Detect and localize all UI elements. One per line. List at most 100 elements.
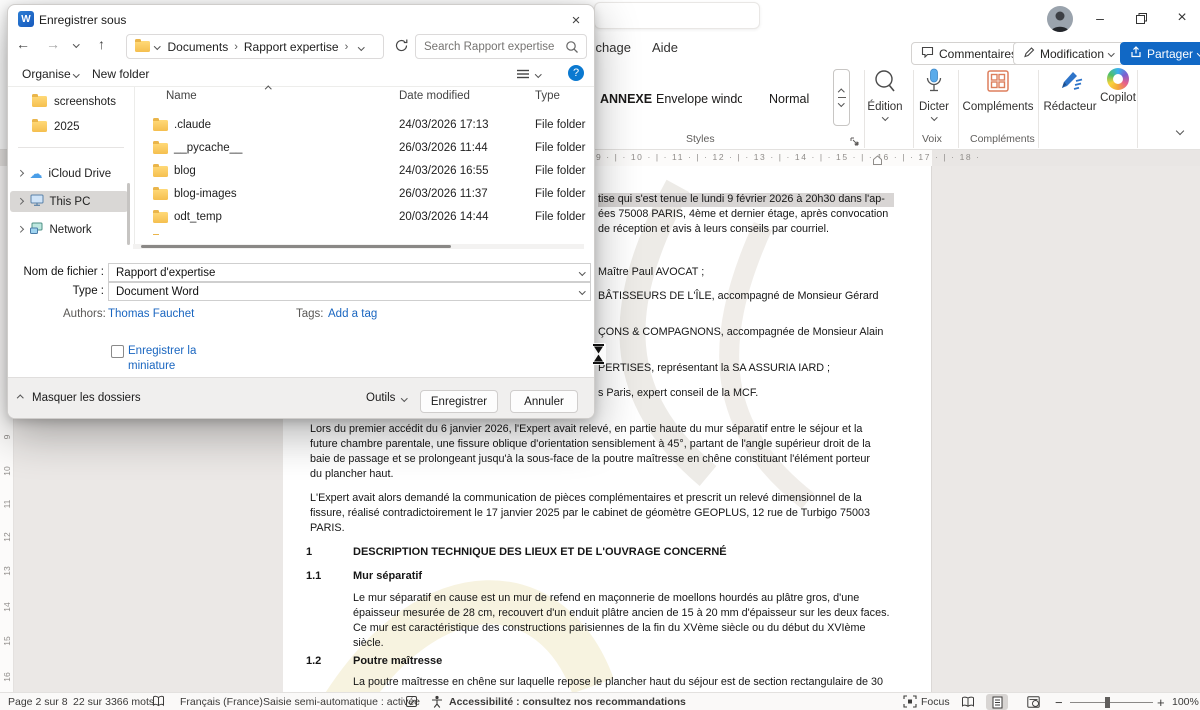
scrollbar-thumb[interactable] [141, 245, 451, 248]
account-avatar[interactable] [1047, 6, 1073, 32]
style-normal[interactable]: Normal [769, 92, 809, 106]
filetype-select[interactable]: Document Word [108, 282, 591, 301]
file-list: .claude 24/03/2026 17:13 File folder __p… [136, 115, 586, 230]
window-restore-button[interactable] [1126, 6, 1156, 30]
sort-ascending-icon[interactable] [265, 86, 271, 92]
file-date: 26/03/2026 11:44 [399, 142, 488, 154]
dialog-title: Enregistrer sous [39, 13, 126, 27]
share-button[interactable]: Partager [1120, 42, 1200, 65]
styles-gallery-scrollbar[interactable] [833, 69, 850, 126]
ruler-number: 10 [2, 464, 12, 478]
autocorrect-icon[interactable] [405, 695, 418, 710]
autocomplete-indicator[interactable]: Saisie semi-automatique : activée [263, 696, 420, 708]
read-mode-button[interactable] [957, 694, 979, 710]
zoom-slider-thumb[interactable] [1105, 697, 1110, 708]
window-minimize-button[interactable]: – [1085, 6, 1115, 30]
file-row[interactable]: __pycache__ 26/03/2026 11:44 File folder [136, 138, 586, 161]
dialog-footer: Masquer les dossiers Outils Enregistrer … [8, 377, 594, 418]
column-header-date[interactable]: Date modified [399, 90, 470, 102]
page-indicator[interactable]: Page 2 sur 8 [8, 696, 68, 708]
collapse-ribbon-icon[interactable] [1176, 127, 1184, 135]
tab-aide[interactable]: Aide [652, 40, 678, 55]
breadcrumb-root[interactable]: Documents [168, 40, 229, 54]
redacteur-button[interactable]: Rédacteur [1043, 68, 1097, 113]
cancel-button[interactable]: Annuler [510, 390, 578, 413]
save-thumbnail-label[interactable]: Enregistrer la miniature [128, 344, 220, 374]
dialog-titlebar[interactable]: W Enregistrer sous × [8, 5, 594, 33]
sidebar-item-icloud-drive[interactable]: ☁ iCloud Drive [10, 163, 128, 184]
expand-chevron-icon[interactable] [17, 226, 23, 232]
filename-input[interactable]: Rapport d'expertise [108, 263, 591, 282]
refresh-icon[interactable] [394, 38, 409, 58]
focus-icon[interactable] [903, 695, 917, 710]
file-row[interactable]: odt_temp 20/03/2026 14:44 File folder [136, 207, 586, 230]
organise-menu[interactable]: Organise [22, 67, 71, 81]
window-close-button[interactable]: × [1167, 6, 1197, 30]
focus-label[interactable]: Focus [921, 696, 950, 708]
back-icon[interactable]: ← [16, 36, 30, 52]
zoom-level[interactable]: 100% [1172, 696, 1199, 708]
address-dropdown-icon[interactable] [358, 44, 364, 50]
dialog-close-icon[interactable]: × [560, 9, 592, 31]
chevron-up-icon [17, 395, 23, 401]
styles-dialog-launcher-icon[interactable] [850, 133, 859, 151]
help-icon[interactable]: ? [568, 65, 584, 81]
word-count[interactable]: 22 sur 3366 mots [73, 696, 154, 708]
file-row[interactable]: blog-images 26/03/2026 11:37 File folder [136, 184, 586, 207]
web-layout-button[interactable] [1022, 694, 1044, 710]
file-row[interactable]: .claude 24/03/2026 17:13 File folder [136, 115, 586, 138]
sidebar-item-network[interactable]: Network [10, 219, 128, 240]
proofing-icon[interactable] [152, 695, 165, 710]
sidebar-scrollbar[interactable] [127, 183, 130, 245]
column-header-name[interactable]: Name [166, 90, 197, 102]
search-input[interactable]: Search Rapport expertise [415, 34, 587, 59]
new-folder-button[interactable]: New folder [92, 67, 149, 81]
file-row[interactable]: blog 24/03/2026 16:55 File folder [136, 161, 586, 184]
chevron-down-icon[interactable] [535, 71, 541, 77]
complements-button[interactable]: Compléments [958, 68, 1038, 113]
chevron-down-icon[interactable] [579, 269, 585, 275]
accessibility-status[interactable]: Accessibilité : consultez nos recommanda… [449, 696, 686, 708]
expand-chevron-icon[interactable] [17, 198, 23, 204]
edition-button[interactable]: Édition [864, 68, 906, 120]
up-icon[interactable]: ↑ [98, 36, 105, 52]
sidebar-item-this-pc[interactable]: This PC [10, 191, 128, 212]
sidebar-item-2025[interactable]: 2025 [10, 116, 128, 137]
file-list-hscrollbar[interactable] [133, 244, 584, 249]
word-window: – × Affichage Aide Commentaires Modifica… [0, 0, 1200, 710]
language-indicator[interactable]: Français (France) [180, 696, 263, 708]
zoom-in-button[interactable]: + [1157, 695, 1165, 710]
view-options-icon[interactable] [516, 68, 530, 83]
tools-menu[interactable]: Outils [366, 392, 395, 404]
copilot-button[interactable]: Copilot [1098, 68, 1138, 104]
editor-pen-icon [1056, 68, 1084, 99]
style-annexe[interactable]: ANNEXE [600, 92, 652, 106]
title-search-box[interactable] [594, 2, 760, 29]
column-header-type[interactable]: Type [535, 90, 560, 102]
save-thumbnail-checkbox[interactable] [111, 345, 124, 358]
style-envelope-window[interactable]: Envelope window [656, 92, 742, 106]
search-placeholder: Search Rapport expertise [424, 41, 554, 53]
recent-locations-icon[interactable] [73, 41, 79, 47]
save-button[interactable]: Enregistrer [420, 390, 498, 413]
sidebar-item-screenshots[interactable]: screenshots [10, 91, 128, 112]
address-bar[interactable]: Documents › Rapport expertise › [126, 34, 384, 59]
chevron-down-icon[interactable] [579, 288, 585, 294]
forward-icon[interactable]: → [46, 36, 60, 52]
accessibility-icon[interactable] [430, 695, 444, 710]
file-date: 24/03/2026 16:55 [399, 165, 489, 177]
comments-button[interactable]: Commentaires [911, 42, 1027, 65]
file-name: blog [174, 165, 196, 177]
dicter-button[interactable]: Dicter [913, 68, 955, 120]
expand-chevron-icon[interactable] [17, 170, 23, 176]
print-layout-button[interactable] [986, 694, 1008, 710]
file-name: odt_temp [174, 211, 222, 223]
editing-mode-button[interactable]: Modification [1013, 42, 1124, 65]
hide-folders-button[interactable]: Masquer les dossiers [32, 392, 141, 404]
zoom-out-button[interactable]: − [1055, 695, 1063, 710]
breadcrumb-folder[interactable]: Rapport expertise [244, 40, 339, 54]
zoom-slider[interactable] [1070, 702, 1153, 703]
authors-value[interactable]: Thomas Fauchet [108, 308, 194, 320]
ruler-number: 9 [2, 430, 12, 444]
tags-value[interactable]: Add a tag [328, 308, 377, 320]
